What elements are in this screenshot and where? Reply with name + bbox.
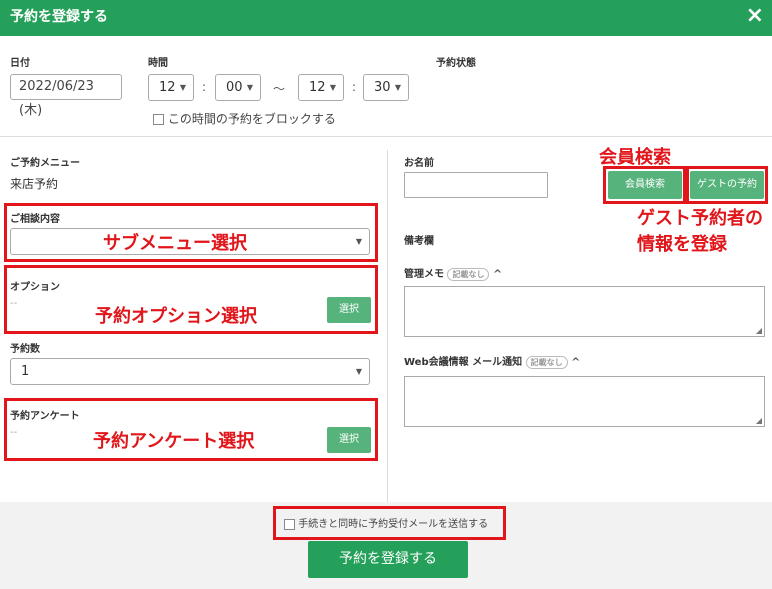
chevron-down-icon: ▼ [329,83,336,92]
end-hour-value: 12 [309,80,326,95]
annotation-survey: 予約アンケート選択 [93,431,255,452]
name-input[interactable] [404,172,548,198]
memo-empty-tag: 記載なし [447,267,490,281]
end-hour-select[interactable]: 12 ▼ [298,74,344,101]
annotation-guest-line1: ゲスト予約者の [637,208,763,229]
annotation-option: 予約オプション選択 [95,306,257,327]
name-label: お名前 [404,158,434,169]
date-input[interactable]: 2022/06/23 (木) [10,74,122,118]
memo-label-row: 管理メモ 記載なし ^ [404,265,502,281]
start-hour-value: 12 [159,80,176,95]
annotation-box-send-mail [273,506,506,540]
web-meeting-label: Web会議情報 メール通知 [404,357,523,368]
column-divider [387,150,388,502]
status-label: 予約状態 [436,58,476,69]
divider [0,136,772,137]
menu-label: ご予約メニュー [10,158,80,169]
annotation-submenu: サブメニュー選択 [103,233,247,254]
web-label-row: Web会議情報 メール通知 記載なし ^ [404,353,580,369]
time-range-tilde: ～ [273,82,286,96]
resize-grip-icon[interactable]: ◢ [756,326,762,335]
dialog-header: 予約を登録する × [0,0,772,36]
memo-textarea[interactable]: ◢ [404,286,765,337]
close-icon[interactable]: × [746,2,764,30]
chevron-down-icon: ▼ [355,367,362,376]
count-value: 1 [21,364,30,379]
resize-grip-icon[interactable]: ◢ [756,416,762,425]
memo-label: 管理メモ [404,269,444,280]
time-colon: : [202,80,207,94]
annotation-guest-line2: 情報を登録 [637,234,727,255]
chevron-up-icon[interactable]: ^ [571,356,580,369]
start-hour-select[interactable]: 12 ▼ [148,74,194,101]
menu-value: 来店予約 [10,177,59,191]
date-label: 日付 [10,58,30,69]
web-empty-tag: 記載なし [525,355,568,369]
block-time-checkbox[interactable] [153,114,164,125]
start-minute-select[interactable]: 00 ▼ [215,74,261,101]
web-meeting-textarea[interactable]: ◢ [404,376,765,427]
chevron-down-icon: ▼ [179,83,186,92]
end-minute-value: 30 [374,80,391,95]
dialog-title: 予約を登録する [10,9,108,25]
block-time-label: この時間の予約をブロックする [167,112,336,126]
remarks-label: 備考欄 [404,236,434,247]
annotation-box-guest [686,166,768,204]
time-colon: : [352,80,357,94]
chevron-up-icon[interactable]: ^ [493,268,502,281]
chevron-down-icon: ▼ [394,83,401,92]
submit-button[interactable]: 予約を登録する [308,541,468,578]
count-select[interactable]: 1 ▼ [10,358,370,385]
end-minute-select[interactable]: 30 ▼ [363,74,409,101]
chevron-down-icon: ▼ [246,83,253,92]
block-time-checkbox-row[interactable]: この時間の予約をブロックする [153,110,336,127]
annotation-box-member-search [603,166,686,204]
time-label: 時間 [148,58,168,69]
count-label: 予約数 [10,344,40,355]
start-minute-value: 00 [226,80,243,95]
